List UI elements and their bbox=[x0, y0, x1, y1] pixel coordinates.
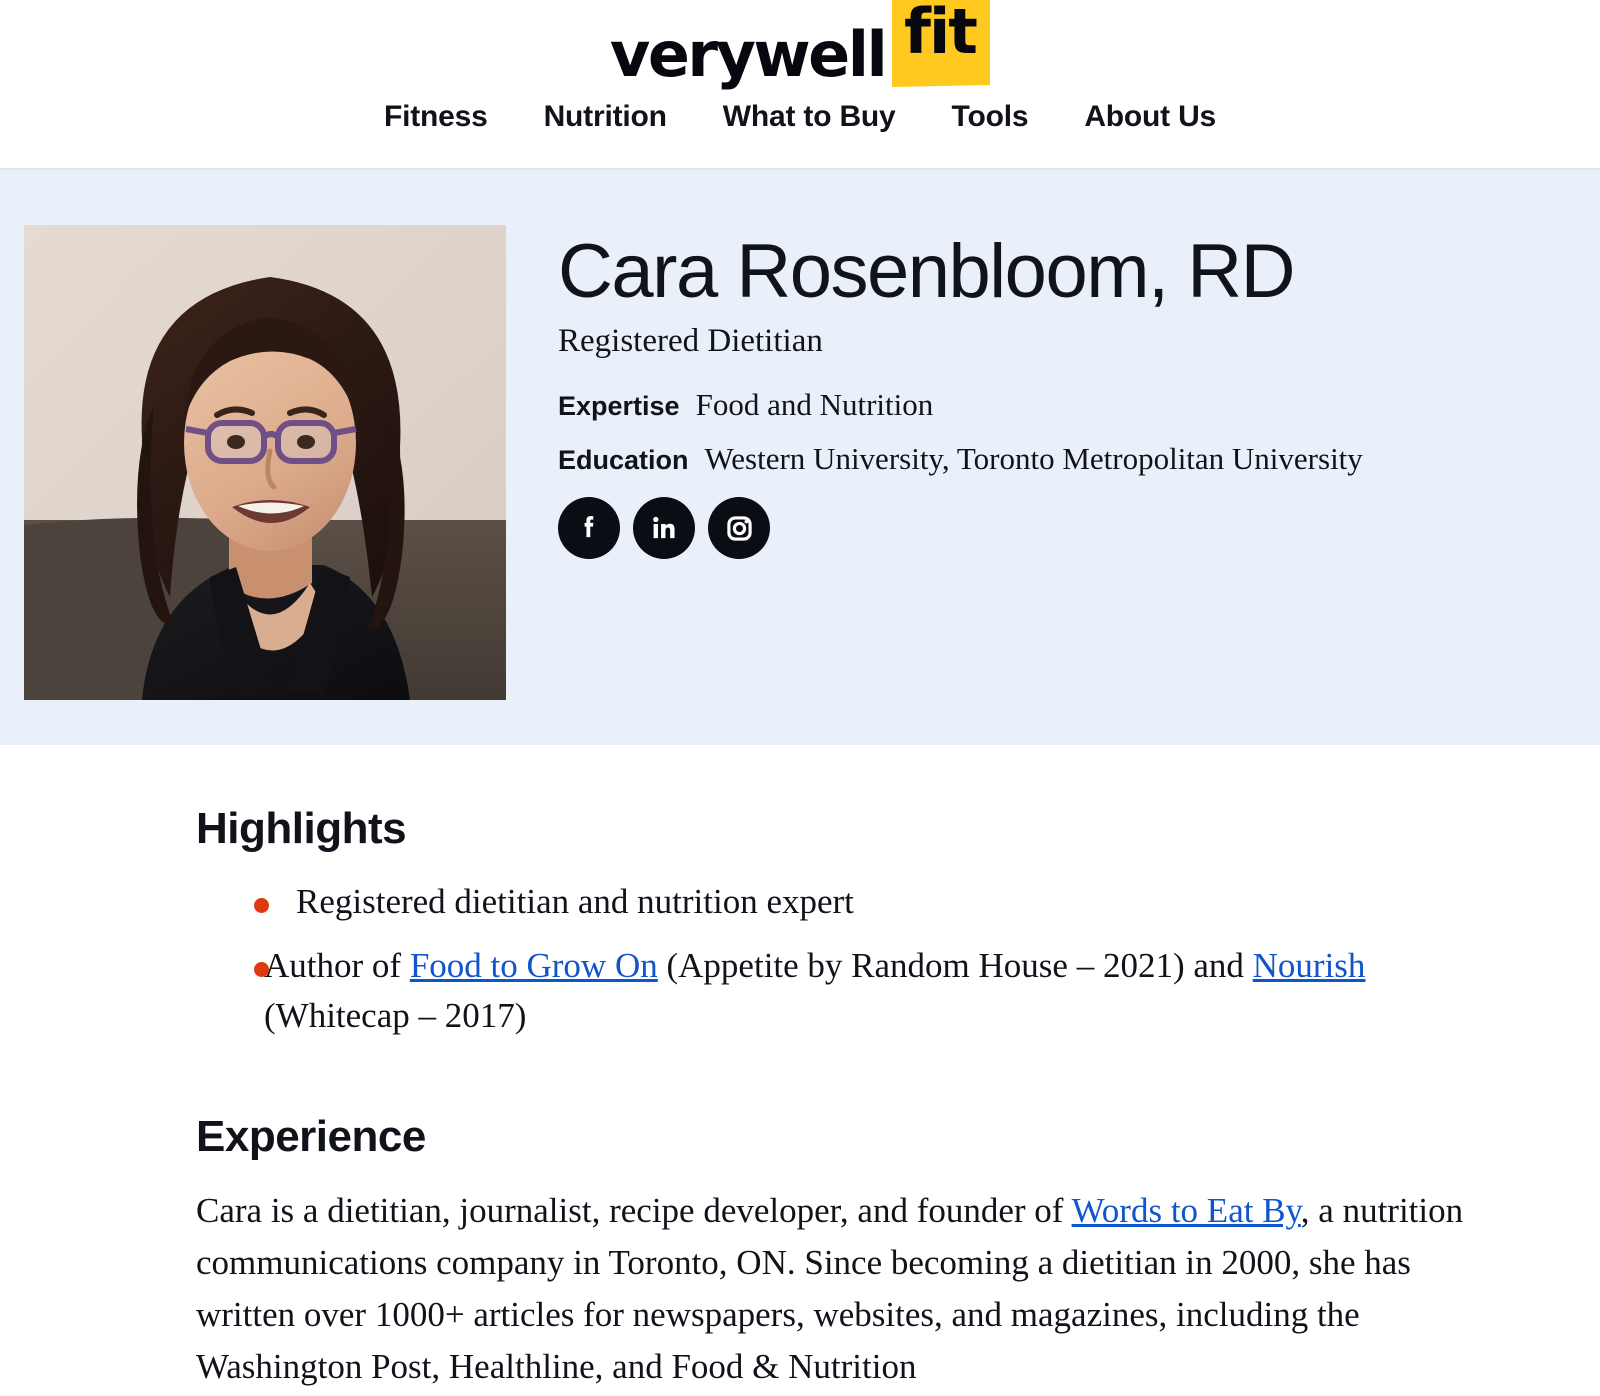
profile-info: Cara Rosenbloom, RD Registered Dietitian… bbox=[506, 225, 1600, 559]
experience-heading: Experience bbox=[196, 1112, 426, 1161]
linkedin-icon[interactable] bbox=[633, 497, 695, 559]
nav-item-tools[interactable]: Tools bbox=[924, 100, 1057, 134]
highlights-heading: Highlights bbox=[196, 804, 407, 853]
education-label: Education bbox=[558, 445, 689, 475]
text-run: Registered dietitian and nutrition exper… bbox=[296, 882, 854, 921]
social-links bbox=[558, 497, 1600, 559]
list-item: Author of Food to Grow On (Appetite by R… bbox=[196, 941, 1480, 1041]
profile-subtitle: Registered Dietitian bbox=[558, 323, 823, 359]
text-run: Author of bbox=[264, 946, 410, 985]
main-navigation: Fitness Nutrition What to Buy Tools About Us bbox=[0, 100, 1600, 134]
inline-link[interactable]: Words to Eat By bbox=[1072, 1191, 1301, 1230]
text-run: (Appetite by Random House – 2021) and bbox=[657, 946, 1253, 985]
nav-item-nutrition[interactable]: Nutrition bbox=[516, 100, 695, 134]
facebook-icon[interactable] bbox=[558, 497, 620, 559]
site-header: verywell fit Fitness Nutrition What to Buy… bbox=[0, 0, 1600, 170]
meta-row-education: Education Western University, Toronto Me… bbox=[558, 441, 1600, 477]
text-run: (Whitecap – 2017) bbox=[264, 996, 527, 1035]
list-item: Registered dietitian and nutrition exper… bbox=[196, 877, 1480, 927]
nav-item-about-us[interactable]: About Us bbox=[1056, 100, 1244, 134]
logo-wordmark: verywell bbox=[609, 18, 888, 91]
nav-item-what-to-buy[interactable]: What to Buy bbox=[695, 100, 924, 134]
profile-hero: Cara Rosenbloom, RD Registered Dietitian… bbox=[0, 170, 1600, 745]
education-value: Western University, Toronto Metropolitan… bbox=[704, 441, 1363, 476]
page-title: Cara Rosenbloom, RD bbox=[558, 229, 1296, 314]
inline-link[interactable]: Nourish bbox=[1253, 946, 1366, 985]
logo-fit-text: fit bbox=[904, 0, 977, 69]
meta-row-expertise: Expertise Food and Nutrition bbox=[558, 387, 1600, 423]
expertise-value: Food and Nutrition bbox=[695, 387, 934, 422]
inline-link[interactable]: Food to Grow On bbox=[410, 946, 658, 985]
experience-paragraph: Cara is a dietitian, journalist, recipe … bbox=[196, 1185, 1480, 1393]
nav-item-fitness[interactable]: Fitness bbox=[356, 100, 516, 134]
highlights-list: Registered dietitian and nutrition exper… bbox=[196, 877, 1480, 1041]
instagram-icon[interactable] bbox=[708, 497, 770, 559]
text-run: Cara is a dietitian, journalist, recipe … bbox=[196, 1191, 1072, 1230]
main-content: Highlights Registered dietitian and nutr… bbox=[0, 745, 1600, 1393]
profile-portrait bbox=[24, 225, 506, 700]
site-logo[interactable]: verywell fit bbox=[0, 0, 1600, 91]
logo-fit-badge: fit bbox=[892, 0, 991, 88]
expertise-label: Expertise bbox=[558, 391, 680, 421]
